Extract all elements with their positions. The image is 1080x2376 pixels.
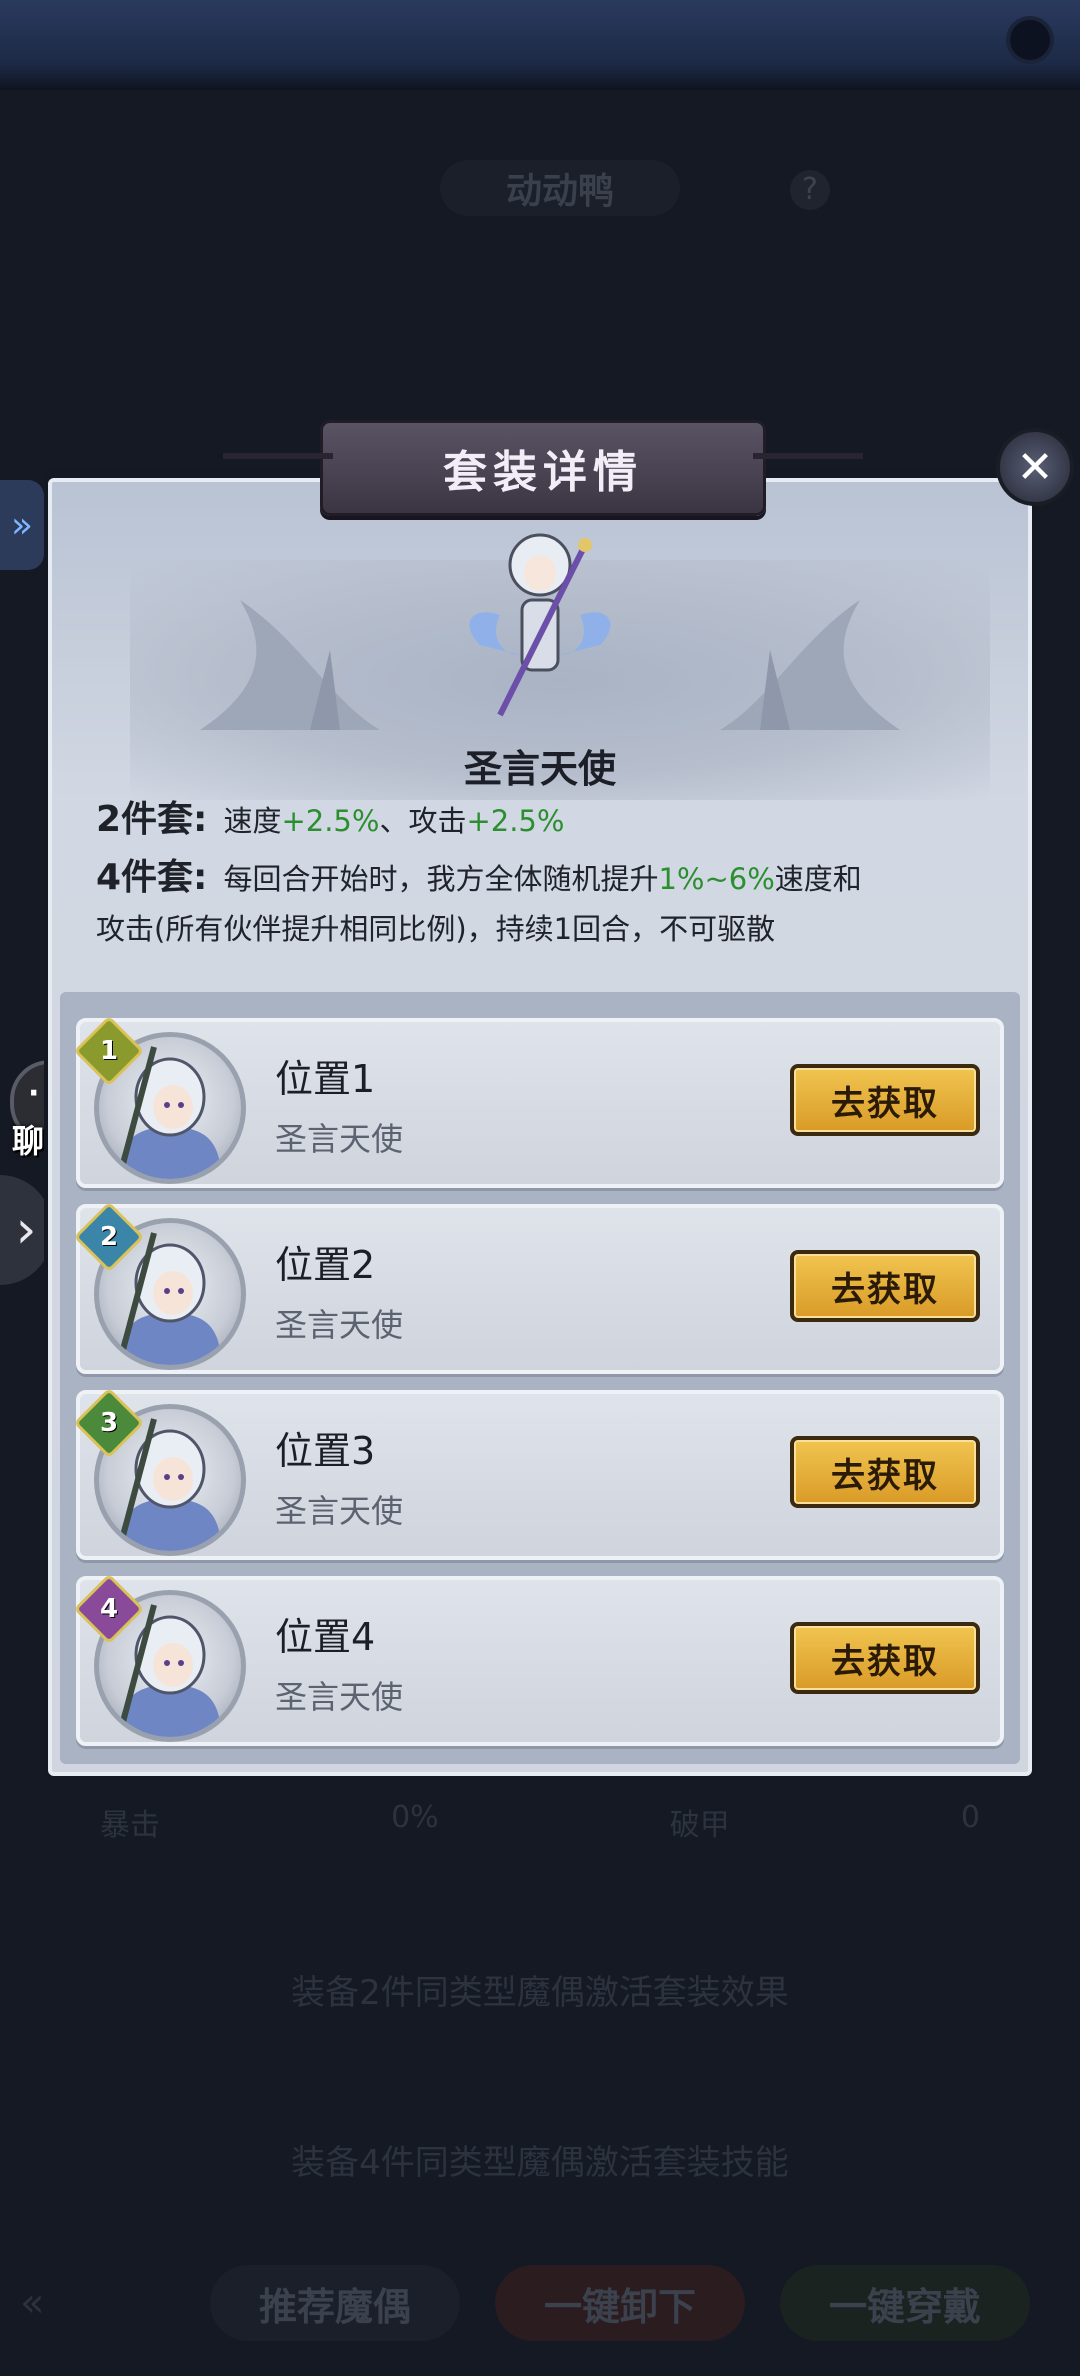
two-piece-bonus: 2件套: 速度+2.5%、攻击+2.5%: [96, 795, 564, 846]
two-piece-speed-value: +2.5%: [281, 804, 380, 838]
bg-stat-crit-value: 0%: [391, 1800, 439, 1835]
two-piece-attack-value: +2.5%: [466, 804, 565, 838]
slot-title: 位置3: [275, 1429, 376, 1473]
top-banner: [0, 0, 1080, 92]
close-button[interactable]: ✕: [996, 428, 1074, 506]
side-expand-icon[interactable]: »: [0, 480, 44, 570]
slot-subtitle: 圣言天使: [275, 1306, 404, 1344]
bg-recommend-button: 推荐魔偶: [210, 2265, 460, 2341]
slot-row-1: 1 位置1 圣言天使 去获取: [73, 1015, 1004, 1188]
bg-wing-silhouette-left-icon: [200, 600, 380, 730]
bg-wing-silhouette-right-icon: [720, 600, 900, 730]
obtain-button[interactable]: 去获取: [790, 1250, 980, 1322]
four-piece-label: 4件套:: [96, 857, 208, 898]
bg-help-icon: ?: [790, 170, 830, 210]
cat-moon-icon: [1010, 20, 1050, 60]
two-piece-label: 2件套:: [96, 799, 208, 840]
slot-subtitle: 圣言天使: [275, 1492, 404, 1530]
modal-title: 套装详情: [443, 447, 643, 498]
obtain-button[interactable]: 去获取: [790, 1622, 980, 1694]
bg-hint-two-piece: 装备2件同类型魔偶激活套装效果: [291, 1973, 789, 2013]
bg-unequip-all-button: 一键卸下: [495, 2265, 745, 2341]
slot-title: 位置1: [275, 1057, 376, 1101]
bg-stats-row: 暴击 0% 破甲 0: [100, 1800, 980, 1850]
bg-stat-crit-label: 暴击: [100, 1808, 160, 1843]
close-icon: ✕: [1016, 441, 1054, 493]
obtain-button[interactable]: 去获取: [790, 1436, 980, 1508]
set-name: 圣言天使: [463, 747, 616, 791]
slot-row-3: 3 位置3 圣言天使 去获取: [73, 1387, 1004, 1560]
angel-hero-icon: [469, 533, 611, 717]
bg-stat-pierce-value: 0: [960, 1800, 980, 1835]
bg-back-arrow-icon: «: [20, 2280, 45, 2326]
bg-hint-four-piece: 装备4件同类型魔偶激活套装技能: [291, 2143, 789, 2183]
four-piece-value: 1%~6%: [658, 862, 775, 896]
slot-row-2: 2 位置2 圣言天使 去获取: [73, 1201, 1004, 1374]
bg-player-name: 动动鸭: [440, 160, 680, 216]
slot-subtitle: 圣言天使: [275, 1678, 404, 1716]
slot-title: 位置4: [275, 1615, 376, 1659]
four-piece-text-line2: 攻击(所有伙伴提升相同比例)，持续1回合，不可驱散: [96, 912, 776, 946]
obtain-button[interactable]: 去获取: [790, 1064, 980, 1136]
two-piece-stat-attack: 、攻击: [379, 804, 467, 838]
slot-subtitle: 圣言天使: [275, 1120, 404, 1158]
modal-title-plate: 套装详情: [223, 420, 863, 516]
bg-stat-pierce-label: 破甲: [669, 1808, 730, 1843]
two-piece-stat-speed: 速度: [223, 804, 282, 838]
four-piece-bonus: 4件套: 每回合开始时，我方全体随机提升1%~6%速度和 攻击(所有伙伴提升相同比…: [96, 853, 996, 954]
slot-row-4: 4 位置4 圣言天使 去获取: [73, 1573, 1004, 1746]
bg-equip-all-button: 一键穿戴: [780, 2265, 1030, 2341]
slot-title: 位置2: [275, 1243, 376, 1287]
four-piece-text-b: 速度和: [774, 862, 862, 896]
four-piece-text-a: 每回合开始时，我方全体随机提升: [223, 862, 659, 896]
